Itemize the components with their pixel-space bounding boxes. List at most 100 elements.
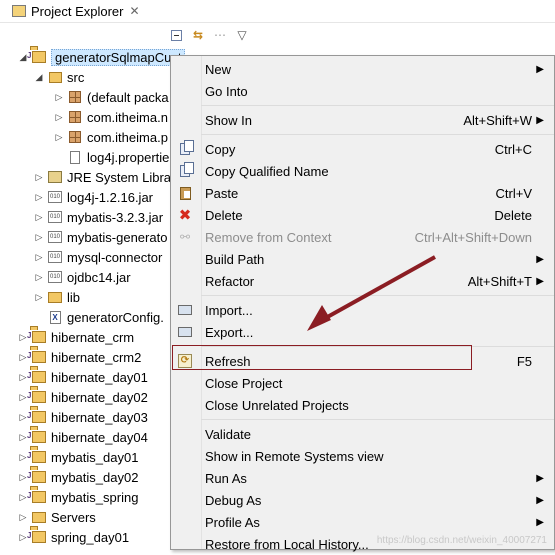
- menu-item-close-project[interactable]: Close Project: [171, 372, 554, 394]
- java-project-icon: [31, 389, 47, 405]
- tree-item[interactable]: ▷ Servers: [18, 507, 96, 527]
- tree-item[interactable]: ▷ 010 mybatis-generato: [34, 227, 168, 247]
- tree-item[interactable]: ▷ hibernate_day01: [18, 367, 148, 387]
- project-explorer-tab[interactable]: Project Explorer ✕: [0, 0, 150, 22]
- menu-item-label: Show In: [205, 112, 252, 128]
- filters-button[interactable]: ⋯: [212, 27, 228, 43]
- tree-item[interactable]: ▷ 010 log4j-1.2.16.jar: [34, 187, 153, 207]
- menu-item-new[interactable]: New ▶: [171, 58, 554, 80]
- menu-item-copy-qualified-name[interactable]: Copy Qualified Name: [171, 160, 554, 182]
- tree-item-label: generatorSqlmapCust: [51, 48, 186, 66]
- tree-item-label: generatorConfig.: [67, 309, 164, 325]
- tree-item-label: mybatis_day01: [51, 449, 139, 465]
- expand-twisty[interactable]: ▷: [54, 132, 64, 143]
- menu-item-close-unrelated-projects[interactable]: Close Unrelated Projects: [171, 394, 554, 416]
- submenu-arrow-icon: ▶: [536, 275, 544, 287]
- menu-item-build-path[interactable]: Build Path ▶: [171, 248, 554, 270]
- tree-item[interactable]: ▷ 010 mysql-connector: [34, 247, 163, 267]
- menu-item-show-in-remote-systems[interactable]: Show in Remote Systems view: [171, 445, 554, 467]
- menu-item-paste[interactable]: Paste Ctrl+V: [171, 182, 554, 204]
- view-tab-bar: Project Explorer ✕: [0, 0, 555, 23]
- menu-item-validate[interactable]: Validate: [171, 423, 554, 445]
- package-icon: [67, 89, 83, 105]
- view-toolbar: ⇆ ⋯ ▽: [168, 26, 250, 44]
- tree-item[interactable]: ◢ src: [34, 67, 85, 87]
- tree-item[interactable]: ▷ mybatis_day01: [18, 447, 139, 467]
- tree-item[interactable]: ▷ JRE System Libra: [34, 167, 172, 187]
- tree-item[interactable]: ▷ hibernate_crm: [18, 327, 135, 347]
- expand-twisty[interactable]: ◢: [34, 72, 44, 83]
- menu-item-profile-as[interactable]: Profile As ▶: [171, 511, 554, 533]
- tree-item[interactable]: ▷ (default packa: [54, 87, 169, 107]
- tree-item-label: log4j-1.2.16.jar: [67, 189, 153, 205]
- tree-item[interactable]: ◢ generatorSqlmapCust: [18, 47, 186, 67]
- menu-item-run-as[interactable]: Run As ▶: [171, 467, 554, 489]
- tree-item[interactable]: ▷ hibernate_day04: [18, 427, 148, 447]
- tree-item[interactable]: ▷ mybatis_spring: [18, 487, 139, 507]
- expand-twisty[interactable]: ▷: [34, 252, 44, 263]
- menu-item-label: Close Unrelated Projects: [205, 397, 349, 413]
- tree-item[interactable]: ▷ com.itheima.n: [54, 107, 168, 127]
- menu-item-copy[interactable]: Copy Ctrl+C: [171, 138, 554, 160]
- tree-item[interactable]: ▷ hibernate_day03: [18, 407, 148, 427]
- source-folder-icon: [47, 69, 63, 85]
- tree-item[interactable]: ▷ mybatis_day02: [18, 467, 139, 487]
- tree-item[interactable]: ▷ lib: [34, 287, 80, 307]
- expand-twisty[interactable]: ▷: [34, 192, 44, 203]
- menu-item-go-into[interactable]: Go Into: [171, 80, 554, 102]
- refresh-icon: ⟳: [177, 353, 193, 369]
- jar-icon: 010: [47, 189, 63, 205]
- jar-icon: 010: [47, 269, 63, 285]
- menu-item-refactor[interactable]: Refactor Alt+Shift+T ▶: [171, 270, 554, 292]
- tree-item[interactable]: ▷ spring_day01: [18, 527, 130, 547]
- expand-twisty[interactable]: ▷: [34, 292, 44, 303]
- tree-item[interactable]: ▷ hibernate_day02: [18, 387, 148, 407]
- link-with-editor-button[interactable]: ⇆: [190, 27, 206, 43]
- menu-item-label: Validate: [205, 426, 252, 442]
- java-project-icon: [31, 49, 47, 65]
- expand-twisty[interactable]: ▷: [54, 112, 64, 123]
- menu-item-refresh[interactable]: ⟳ Refresh F5: [171, 350, 554, 372]
- tree-item[interactable]: X generatorConfig.: [34, 307, 164, 327]
- menu-item-delete[interactable]: ✖ Delete Delete: [171, 204, 554, 226]
- menu-item-shortcut: Ctrl+V: [495, 185, 532, 201]
- menu-item-show-in[interactable]: Show In Alt+Shift+W ▶: [171, 109, 554, 131]
- menu-item-label: Build Path: [205, 251, 265, 267]
- delete-icon: ✖: [178, 207, 192, 224]
- menu-item-label: Refactor: [205, 273, 255, 289]
- collapse-all-button[interactable]: [168, 27, 184, 43]
- view-title: Project Explorer: [31, 3, 124, 19]
- tree-item-label: Servers: [51, 509, 96, 525]
- expand-twisty[interactable]: ▷: [54, 92, 64, 103]
- menu-item-label: Remove from Context: [205, 229, 332, 245]
- view-menu-button[interactable]: ▽: [234, 27, 250, 43]
- expand-twisty[interactable]: ▷: [34, 232, 44, 243]
- xml-file-icon: X: [47, 309, 63, 325]
- menu-item-import[interactable]: Import...: [171, 299, 554, 321]
- file-icon: [67, 149, 83, 165]
- expand-twisty[interactable]: ▷: [18, 512, 28, 523]
- tree-item-label: com.itheima.n: [87, 109, 168, 125]
- tree-item[interactable]: ▷ com.itheima.p: [54, 127, 168, 147]
- menu-item-debug-as[interactable]: Debug As ▶: [171, 489, 554, 511]
- tree-item-label: hibernate_crm: [51, 329, 135, 345]
- tree-item[interactable]: ▷ hibernate_crm2: [18, 347, 142, 367]
- expand-twisty[interactable]: ▷: [34, 172, 44, 183]
- tree-item[interactable]: ▷ 010 ojdbc14.jar: [34, 267, 131, 287]
- tree-item-label: ojdbc14.jar: [67, 269, 131, 285]
- tree-item-label: hibernate_day02: [51, 389, 148, 405]
- submenu-arrow-icon: ▶: [536, 472, 544, 484]
- menu-item-shortcut: Alt+Shift+W: [463, 112, 532, 128]
- collapse-all-icon: [170, 29, 182, 41]
- tree-item[interactable]: log4j.propertie: [54, 147, 169, 167]
- expand-twisty[interactable]: ▷: [34, 212, 44, 223]
- jar-icon: 010: [47, 249, 63, 265]
- project-explorer-icon: [12, 5, 26, 17]
- expand-twisty[interactable]: ▷: [34, 272, 44, 283]
- menu-item-label: Refresh: [205, 353, 251, 369]
- menu-item-export[interactable]: Export...: [171, 321, 554, 343]
- menu-item-label: Restore from Local History...: [205, 536, 369, 552]
- close-icon[interactable]: ✕: [129, 4, 139, 18]
- tree-item-label: hibernate_day04: [51, 429, 148, 445]
- tree-item[interactable]: ▷ 010 mybatis-3.2.3.jar: [34, 207, 164, 227]
